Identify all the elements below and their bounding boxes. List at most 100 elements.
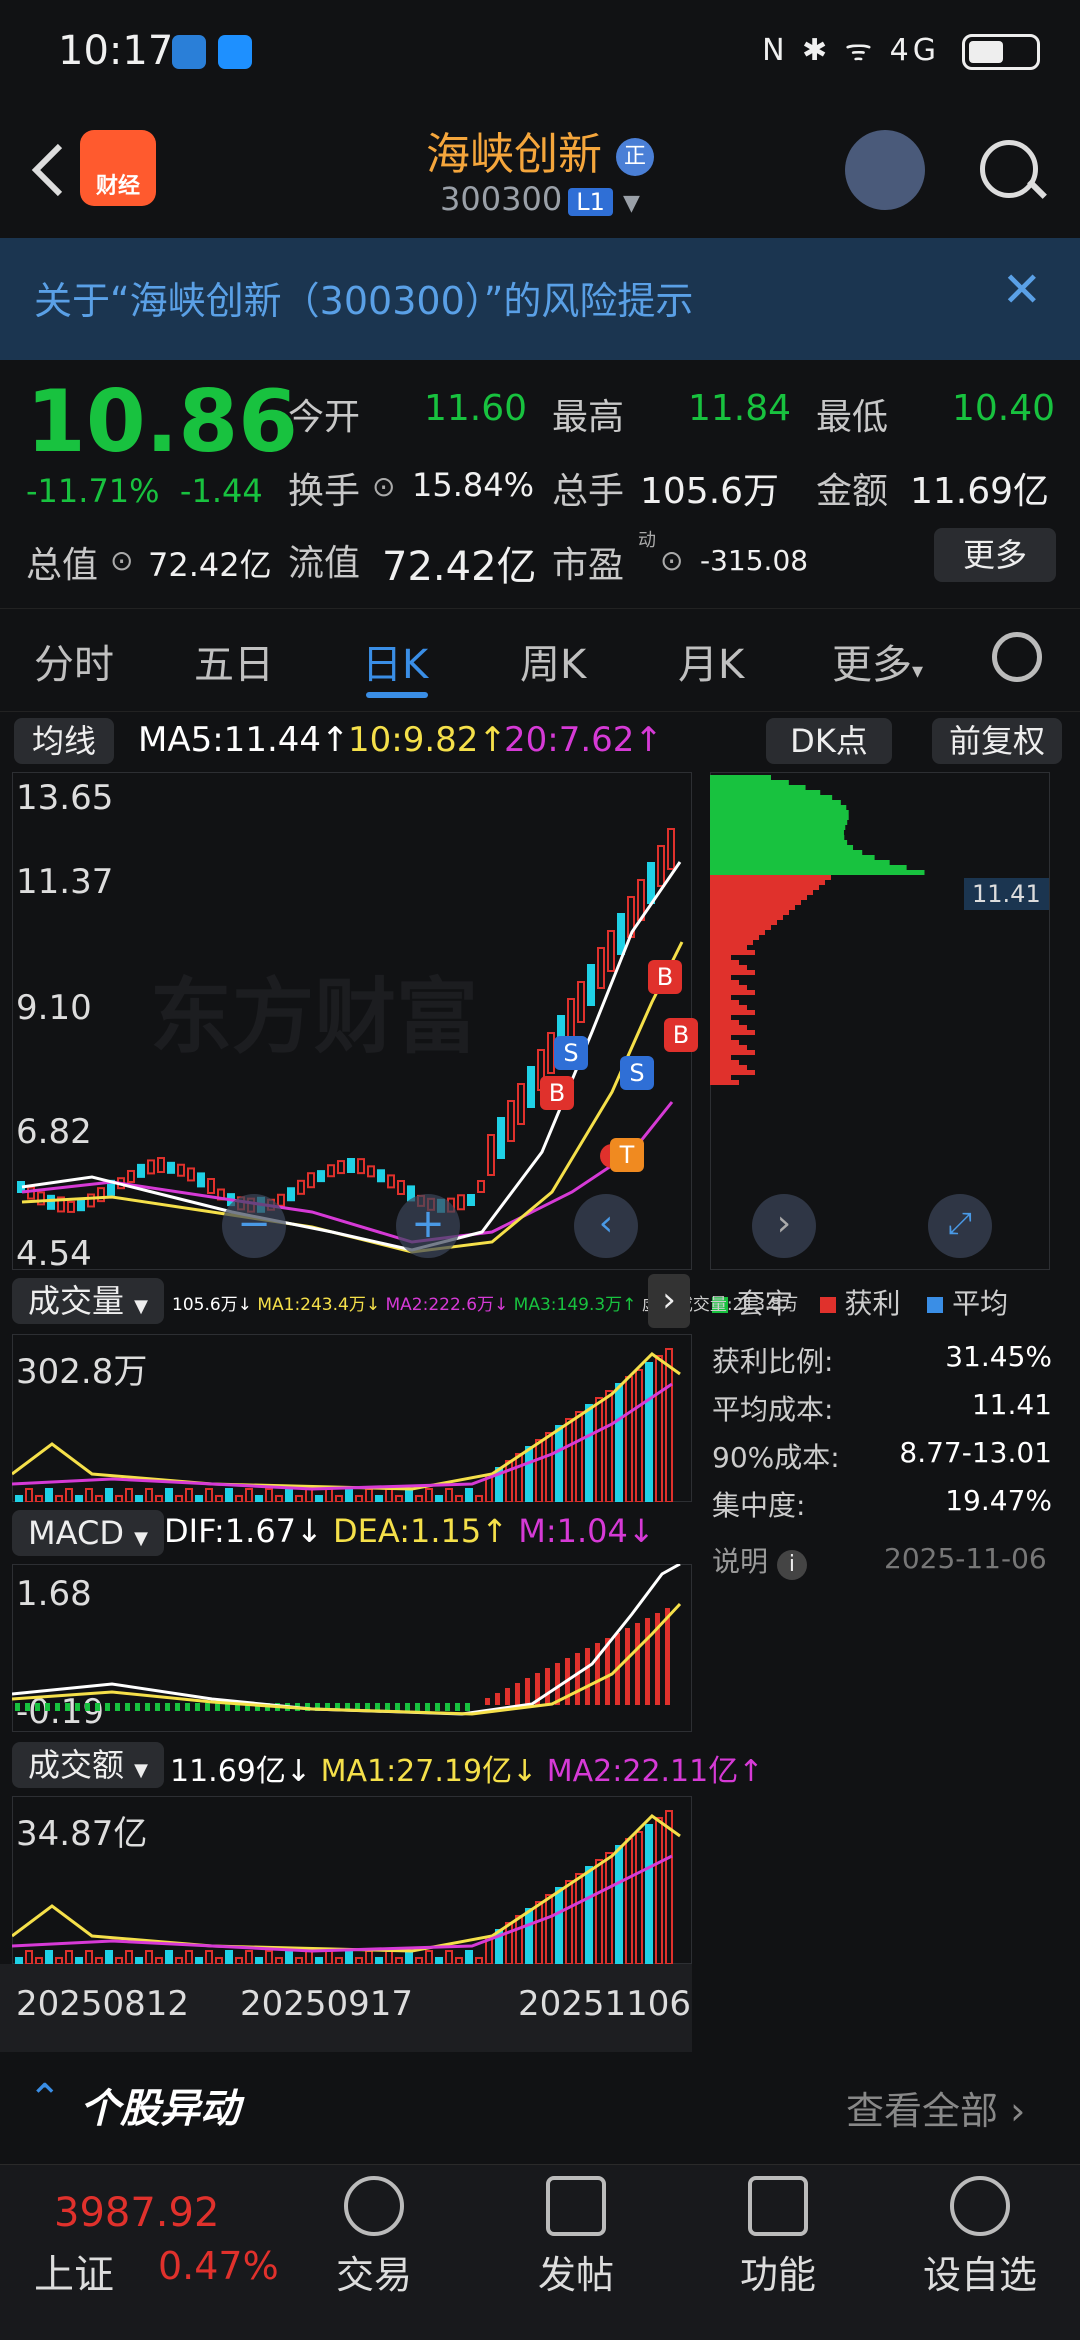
volume-selector[interactable]: 成交量 ▼ — [12, 1278, 164, 1324]
assistant-robot-icon[interactable] — [845, 130, 925, 210]
volume-bar — [505, 1460, 513, 1502]
volume-bar — [625, 1376, 633, 1502]
tab-more-label: 更多 — [832, 642, 912, 688]
chip-row: 获利比例: 31.45% — [712, 1340, 1052, 1378]
amount-selector[interactable]: 成交额 ▼ — [12, 1742, 164, 1788]
volume-bar — [525, 1908, 533, 1964]
volume-bar — [255, 1495, 263, 1502]
volume-bar — [235, 1495, 243, 1502]
search-icon[interactable] — [980, 140, 1038, 198]
close-icon[interactable]: ✕ — [1002, 262, 1042, 318]
volume-bar — [625, 1838, 633, 1964]
macd-bar — [85, 1703, 90, 1711]
volume-bar — [505, 1922, 513, 1964]
risk-banner-text[interactable]: 关于“海峡创新（300300）”的风险提示 — [34, 270, 693, 325]
pe-sup: 动 — [638, 530, 656, 551]
chip-row: 90%成本: 8.77-13.01 — [712, 1436, 1052, 1474]
more-button[interactable]: 更多 — [934, 528, 1056, 582]
volume-bar — [185, 1488, 193, 1502]
chip-note[interactable]: 说明 i — [712, 1540, 807, 1580]
volume-bar — [25, 1950, 33, 1964]
volume-bar — [615, 1845, 623, 1964]
nav-trade[interactable]: 交易 — [304, 2244, 444, 2299]
volume-bar — [445, 1488, 453, 1502]
volume-bar — [105, 1488, 113, 1502]
scroll-left-icon[interactable]: ‹ — [574, 1194, 638, 1258]
macd-bar — [485, 1698, 490, 1705]
gear-icon[interactable] — [992, 632, 1042, 682]
candle — [27, 1186, 35, 1200]
candle — [37, 1191, 45, 1206]
macd-selector[interactable]: MACD ▼ — [12, 1510, 164, 1556]
index-name[interactable]: 上证 — [34, 2242, 114, 2300]
ma-selector[interactable]: 均线 — [14, 718, 114, 764]
info-icon[interactable]: ⊙ — [372, 470, 395, 503]
zoom-out-icon[interactable]: − — [222, 1194, 286, 1258]
tab-more[interactable]: 更多▾ — [832, 632, 923, 690]
adjust-price-button[interactable]: 前复权 — [932, 718, 1062, 764]
news-title[interactable]: 个股异动 — [80, 2076, 240, 2134]
tab-five-day[interactable]: 五日 — [194, 632, 274, 690]
chip-bar — [710, 1020, 739, 1025]
tab-weekly-k[interactable]: 周K — [520, 632, 586, 690]
volume-bar — [285, 1488, 293, 1502]
volume-bar — [405, 1488, 413, 1502]
dk-point-button[interactable]: DK点 — [766, 718, 892, 764]
macd-bar — [515, 1683, 520, 1705]
date-start: 20250812 — [16, 1984, 190, 2024]
buy-signal-icon[interactable]: B — [648, 960, 682, 994]
nav-function[interactable]: 功能 — [708, 2244, 848, 2299]
info-icon[interactable]: ⊙ — [110, 544, 133, 577]
candle — [327, 1164, 335, 1178]
candle — [397, 1180, 405, 1196]
volume-bar — [115, 1495, 123, 1502]
volume-bar — [335, 1495, 343, 1502]
profit-swatch — [819, 1297, 836, 1313]
watchlist-icon[interactable] — [950, 2176, 1010, 2236]
zoom-in-icon[interactable]: + — [396, 1194, 460, 1258]
chevron-up-icon[interactable]: ⌃ — [28, 2076, 62, 2122]
expand-icon[interactable]: ⤢ — [928, 1194, 992, 1258]
macd-bar — [165, 1703, 170, 1711]
macd-bar — [635, 1623, 640, 1705]
sell-signal-icon[interactable]: S — [620, 1056, 654, 1090]
volume-bar — [245, 1950, 253, 1964]
volume-bar — [135, 1495, 143, 1502]
trade-icon[interactable] — [344, 2176, 404, 2236]
macd-bar — [575, 1653, 580, 1705]
chevron-right-icon[interactable]: › — [648, 1274, 690, 1328]
post-icon[interactable] — [546, 2176, 606, 2236]
view-all-link[interactable]: 查看全部 › — [846, 2080, 1025, 2135]
chevron-right-icon[interactable]: › — [752, 1194, 816, 1258]
sell-signal-icon[interactable]: S — [554, 1036, 588, 1070]
nav-post[interactable]: 发帖 — [506, 2244, 646, 2299]
t-signal-icon[interactable]: T — [610, 1138, 644, 1172]
chip-bar — [710, 840, 848, 845]
nav-watchlist[interactable]: 设自选 — [910, 2244, 1050, 2299]
buy-signal-icon[interactable]: B — [664, 1018, 698, 1052]
volume-bar — [425, 1950, 433, 1964]
macd-bar — [405, 1703, 410, 1711]
tab-daily-k[interactable]: 日K — [362, 632, 428, 690]
macd-bar — [585, 1648, 590, 1705]
chip-bar — [710, 900, 801, 905]
tab-intraday[interactable]: 分时 — [34, 632, 114, 690]
buy-signal-icon[interactable]: B — [540, 1076, 574, 1110]
volume-bar — [465, 1950, 473, 1964]
function-grid-icon[interactable] — [748, 2176, 808, 2236]
high-label: 最高 — [552, 397, 625, 438]
volume-bar — [645, 1824, 653, 1964]
tab-monthly-k[interactable]: 月K — [678, 632, 744, 690]
macd-bar — [15, 1703, 20, 1711]
candle — [347, 1158, 355, 1174]
float-cap-value: 72.42亿 — [382, 544, 537, 590]
chip-bar — [710, 1060, 739, 1065]
info-icon[interactable]: ⊙ — [660, 544, 683, 577]
index-value[interactable]: 3987.92 — [54, 2190, 219, 2236]
macd-bar — [555, 1663, 560, 1705]
chip-bar — [710, 1055, 731, 1060]
volume-bar — [345, 1950, 353, 1964]
macd-bar — [145, 1703, 150, 1711]
candle — [357, 1158, 365, 1175]
stock-name: 海峡创新 — [426, 129, 602, 180]
